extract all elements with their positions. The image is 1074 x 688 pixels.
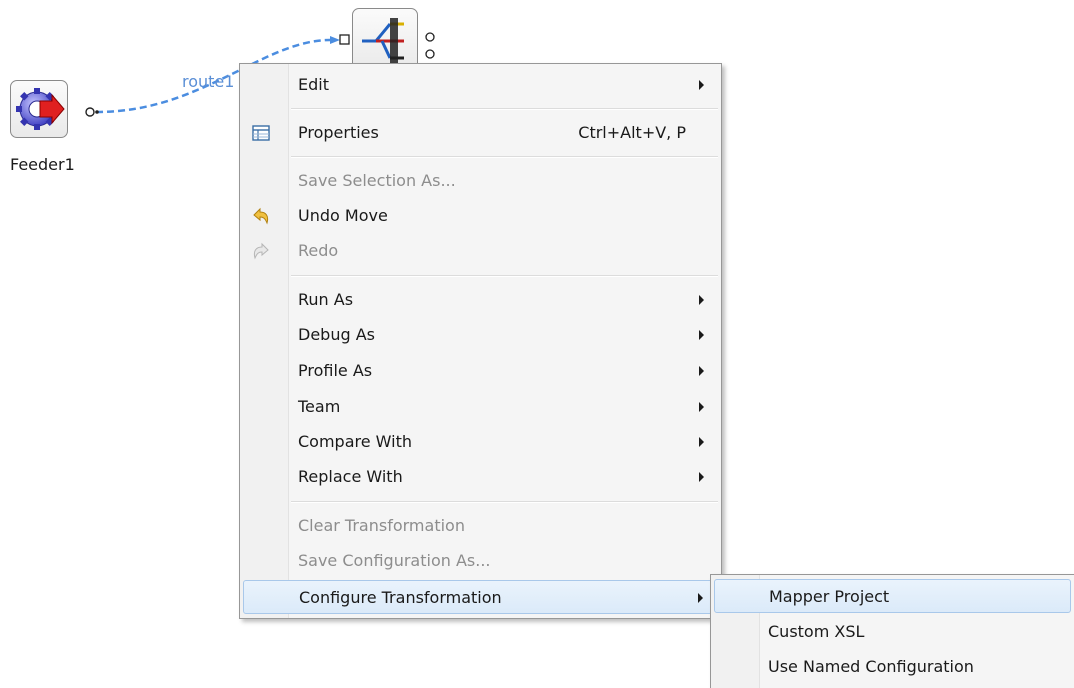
- configure-transformation-submenu: Mapper Project Custom XSL Use Named Conf…: [710, 574, 1074, 688]
- properties-icon: [252, 125, 270, 141]
- menu-item-label: Compare With: [298, 432, 412, 451]
- menu-item-label: Custom XSL: [768, 622, 865, 641]
- menu-item-label: Redo: [298, 241, 339, 260]
- feeder-node-label: Feeder1: [10, 155, 75, 174]
- menu-separator: [291, 501, 718, 503]
- menu-item-save-selection-as[interactable]: Save Selection As...: [243, 164, 718, 198]
- menu-item-save-configuration-as[interactable]: Save Configuration As...: [243, 544, 718, 578]
- submenu-arrow-icon: [699, 330, 704, 340]
- submenu-arrow-icon: [699, 80, 704, 90]
- menu-item-compare-with[interactable]: Compare With: [243, 425, 718, 459]
- submenu-arrow-icon: [699, 437, 704, 447]
- submenu-arrow-icon: [699, 295, 704, 305]
- menu-item-mapper-project[interactable]: Mapper Project: [714, 579, 1071, 613]
- undo-icon: [253, 207, 269, 225]
- menu-item-clear-transformation[interactable]: Clear Transformation: [243, 509, 718, 543]
- menu-item-label: Replace With: [298, 467, 403, 486]
- menu-item-label: Use Named Configuration: [768, 657, 974, 676]
- submenu-arrow-icon: [699, 366, 704, 376]
- menu-item-label: Team: [298, 397, 341, 416]
- menu-item-configure-transformation[interactable]: Configure Transformation: [243, 580, 718, 614]
- menu-item-use-named-configuration[interactable]: Use Named Configuration: [714, 650, 1071, 684]
- gear-arrow-icon: [16, 88, 65, 130]
- menu-item-label: Edit: [298, 75, 329, 94]
- output-port-icon: [425, 32, 435, 59]
- menu-item-edit[interactable]: Edit: [243, 68, 718, 102]
- input-port-icon: [339, 34, 350, 45]
- menu-item-replace-with[interactable]: Replace With: [243, 460, 718, 494]
- menu-item-label: Mapper Project: [769, 587, 890, 606]
- menu-item-label: Configure Transformation: [299, 588, 502, 607]
- menu-item-label: Profile As: [298, 361, 373, 380]
- context-menu: Edit Properties Ctrl+Alt+V, P Save Selec…: [239, 63, 722, 619]
- menu-item-run-as[interactable]: Run As: [243, 283, 718, 317]
- menu-item-label: Undo Move: [298, 206, 388, 225]
- menu-separator: [291, 108, 718, 110]
- diagram-canvas[interactable]: Feeder1 route1 Edit Properties Ctrl+Alt+…: [0, 0, 1074, 688]
- menu-separator: [291, 156, 718, 158]
- menu-item-custom-xsl[interactable]: Custom XSL: [714, 615, 1071, 649]
- menu-item-label: Debug As: [298, 325, 375, 344]
- redo-icon: [253, 242, 269, 260]
- menu-item-label: Save Configuration As...: [298, 551, 491, 570]
- menu-item-label: Properties: [298, 123, 379, 142]
- menu-item-debug-as[interactable]: Debug As: [243, 318, 718, 352]
- menu-item-label: Save Selection As...: [298, 171, 456, 190]
- route-label[interactable]: route1: [182, 72, 234, 91]
- submenu-arrow-icon: [698, 593, 703, 603]
- menu-item-redo[interactable]: Redo: [243, 234, 718, 268]
- submenu-arrow-icon: [699, 472, 704, 482]
- menu-item-label: Run As: [298, 290, 354, 309]
- feeder-node[interactable]: [10, 80, 68, 138]
- menu-item-undo-move[interactable]: Undo Move: [243, 199, 718, 233]
- menu-item-team[interactable]: Team: [243, 390, 718, 424]
- menu-item-properties[interactable]: Properties Ctrl+Alt+V, P: [243, 116, 718, 150]
- menu-item-shortcut: Ctrl+Alt+V, P: [578, 123, 686, 142]
- menu-item-label: Clear Transformation: [298, 516, 465, 535]
- menu-item-profile-as[interactable]: Profile As: [243, 354, 718, 388]
- menu-separator: [291, 275, 718, 277]
- submenu-arrow-icon: [699, 402, 704, 412]
